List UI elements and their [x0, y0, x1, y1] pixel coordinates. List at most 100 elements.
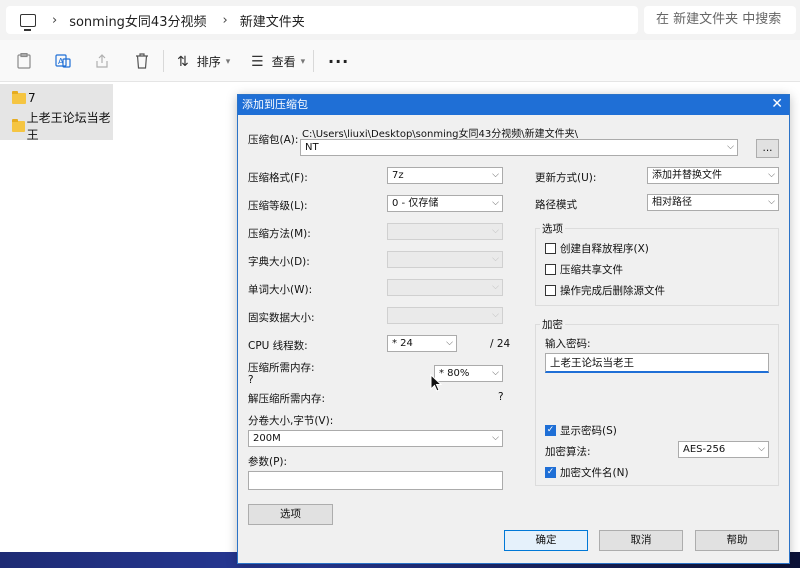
command-bar: A ⇅ 排序 ▾ ☰ 查看 ▾ ···	[0, 40, 800, 82]
chevron-down-icon: ⌵	[492, 368, 499, 378]
checkmark-icon: ✓	[545, 467, 556, 478]
chevron-down-icon: ⌵	[758, 444, 765, 454]
solid-size-label: 固实数据大小:	[248, 312, 315, 324]
toolbar-divider	[163, 50, 164, 72]
volume-size-label: 分卷大小,字节(V):	[248, 415, 334, 427]
sfx-checkbox[interactable]: 创建自释放程序(X)	[545, 241, 649, 256]
chevron-down-icon: ⌵	[768, 197, 775, 207]
cancel-button[interactable]: 取消	[599, 530, 683, 551]
file-name: 上老王论坛当老王	[26, 111, 111, 142]
browse-button[interactable]: ...	[756, 139, 779, 158]
path-mode-select[interactable]: 相对路径 ⌵	[647, 194, 779, 211]
password-label: 输入密码:	[545, 338, 591, 350]
encryption-method-value: AES-256	[683, 444, 726, 455]
shared-files-label: 压缩共享文件	[560, 264, 623, 276]
sort-button[interactable]: ⇅ 排序 ▾	[177, 53, 230, 70]
parameters-label: 参数(P):	[248, 456, 288, 468]
checkbox-icon	[545, 264, 556, 275]
file-name: 7	[28, 91, 36, 105]
chevron-right-icon[interactable]: ›	[222, 13, 227, 28]
more-options-icon[interactable]: ···	[328, 52, 349, 71]
password-input[interactable]: 上老王论坛当老王	[545, 353, 769, 373]
format-select[interactable]: 7z ⌵	[387, 167, 503, 184]
level-label: 压缩等级(L):	[248, 200, 308, 212]
delete-after-label: 操作完成后删除源文件	[560, 285, 665, 297]
update-mode-value: 添加并替换文件	[652, 170, 722, 181]
sfx-label: 创建自释放程序(X)	[560, 243, 649, 255]
add-to-archive-dialog: 添加到压缩包 ✕ 压缩包(A): C:\Users\liuxi\Desktop\…	[237, 94, 790, 564]
archive-name-value: NT	[305, 142, 319, 153]
memory-usage-select[interactable]: * 80% ⌵	[434, 365, 503, 382]
chevron-down-icon: ⌵	[492, 170, 499, 180]
format-label: 压缩格式(F):	[248, 172, 308, 184]
memory-usage-value: * 80%	[439, 368, 470, 379]
chevron-down-icon: ⌵	[492, 282, 499, 292]
options-group-title: 选项	[540, 221, 565, 236]
dictionary-select[interactable]: ⌵	[387, 251, 503, 268]
list-item[interactable]: 7	[0, 84, 113, 112]
chevron-down-icon: ⌵	[492, 254, 499, 264]
level-select[interactable]: 0 - 仅存储 ⌵	[387, 195, 503, 212]
path-mode-value: 相对路径	[652, 197, 692, 208]
archive-path: C:\Users\liuxi\Desktop\sonming女同43分视频\新建…	[302, 129, 578, 140]
paste-icon[interactable]	[15, 52, 33, 70]
parameters-input[interactable]	[248, 471, 503, 490]
checkbox-icon	[545, 243, 556, 254]
toolbar-divider	[313, 50, 314, 72]
breadcrumb-item[interactable]: sonming女同43分视频	[69, 11, 206, 30]
shared-files-checkbox[interactable]: 压缩共享文件	[545, 262, 623, 277]
chevron-down-icon: ⌵	[727, 142, 734, 152]
word-size-select[interactable]: ⌵	[387, 279, 503, 296]
view-button[interactable]: ☰ 查看 ▾	[251, 53, 305, 70]
method-select[interactable]: ⌵	[387, 223, 503, 240]
close-icon[interactable]: ✕	[771, 95, 783, 114]
level-value: 0 - 仅存储	[392, 198, 439, 209]
view-icon: ☰	[251, 53, 264, 70]
options-button[interactable]: 选项	[248, 504, 333, 525]
volume-size-combo[interactable]: 200M ⌵	[248, 430, 503, 447]
chevron-down-icon: ⌵	[492, 198, 499, 208]
show-password-checkbox[interactable]: ✓ 显示密码(S)	[545, 423, 617, 438]
show-password-label: 显示密码(S)	[560, 425, 617, 437]
chevron-down-icon: ⌵	[492, 433, 499, 443]
ok-button[interactable]: 确定	[504, 530, 588, 551]
encryption-method-label: 加密算法:	[545, 446, 591, 458]
folder-icon	[12, 118, 25, 132]
view-label: 查看	[271, 55, 296, 69]
volume-size-value: 200M	[253, 433, 281, 444]
sort-label: 排序	[196, 55, 221, 69]
encryption-method-select[interactable]: AES-256 ⌵	[678, 441, 769, 458]
solid-size-select[interactable]: ⌵	[387, 307, 503, 324]
breadcrumb-item[interactable]: 新建文件夹	[240, 11, 305, 30]
help-button[interactable]: 帮助	[695, 530, 779, 551]
translate-icon[interactable]: A	[54, 52, 72, 70]
computer-icon[interactable]	[20, 13, 36, 31]
share-icon[interactable]	[93, 52, 111, 70]
checkmark-icon: ✓	[545, 425, 556, 436]
compress-memory-value: ?	[248, 374, 254, 386]
list-item[interactable]: 上老王论坛当老王	[0, 111, 113, 142]
path-mode-label: 路径模式	[535, 199, 577, 211]
cpu-threads-total: / 24	[490, 338, 511, 350]
cpu-threads-value: * 24	[392, 338, 413, 349]
decompress-memory-label: 解压缩所需内存:	[248, 393, 326, 405]
method-label: 压缩方法(M):	[248, 228, 311, 240]
chevron-right-icon[interactable]: ›	[52, 13, 57, 28]
chevron-down-icon: ⌵	[492, 310, 499, 320]
chevron-down-icon: ⌵	[446, 338, 453, 348]
chevron-down-icon: ▾	[225, 56, 231, 67]
checkbox-icon	[545, 285, 556, 296]
delete-after-checkbox[interactable]: 操作完成后删除源文件	[545, 283, 665, 298]
dialog-title: 添加到压缩包	[242, 98, 308, 111]
chevron-down-icon: ⌵	[492, 226, 499, 236]
search-input[interactable]: 在 新建文件夹 中搜索	[644, 6, 796, 34]
delete-icon[interactable]	[133, 52, 151, 70]
cpu-threads-select[interactable]: * 24 ⌵	[387, 335, 457, 352]
encrypt-filenames-checkbox[interactable]: ✓ 加密文件名(N)	[545, 465, 629, 480]
breadcrumb[interactable]: › sonming女同43分视频 › 新建文件夹	[6, 6, 638, 34]
format-value: 7z	[392, 170, 404, 181]
archive-name-combo[interactable]: NT ⌵	[300, 139, 738, 156]
update-mode-select[interactable]: 添加并替换文件 ⌵	[647, 167, 779, 184]
folder-icon	[12, 90, 26, 104]
word-size-label: 单词大小(W):	[248, 284, 313, 296]
